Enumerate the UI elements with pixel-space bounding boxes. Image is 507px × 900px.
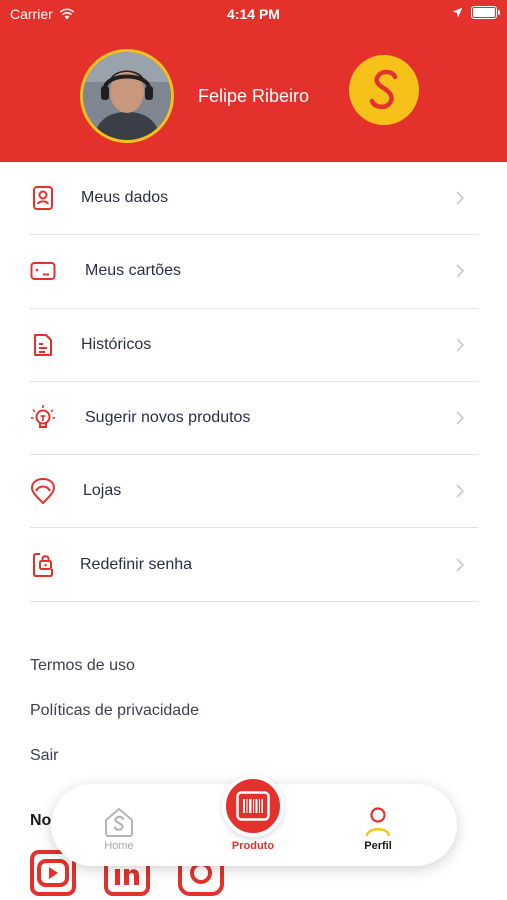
avatar-photo — [83, 52, 171, 140]
chevron-right-icon — [456, 411, 464, 425]
scan-button[interactable] — [222, 775, 284, 837]
menu-item-label: Lojas — [83, 482, 122, 500]
logout-link[interactable]: Sair — [30, 747, 58, 765]
menu-item-label: Meus cartões — [85, 262, 182, 280]
tab-bar: Home Produto Perfil — [51, 775, 457, 866]
menu-item-meus-dados[interactable]: Meus dados — [30, 162, 478, 236]
home-icon — [105, 808, 133, 837]
menu-item-meus-cartoes[interactable]: Meus cartões — [30, 235, 478, 309]
menu-item-redefinir-senha[interactable]: Redefinir senha — [30, 528, 478, 602]
lightbulb-icon — [30, 405, 56, 431]
location-icon — [30, 478, 56, 505]
terms-link[interactable]: Termos de uso — [30, 657, 135, 675]
status-bar: Carrier 4:14 PM — [0, 0, 507, 30]
clock: 4:14 PM — [227, 6, 280, 22]
menu-item-label: Históricos — [81, 335, 152, 353]
user-name: Felipe Ribeiro — [198, 86, 310, 106]
tab-home[interactable]: Home — [103, 806, 135, 852]
battery-icon — [471, 6, 500, 19]
document-icon — [30, 332, 56, 358]
chevron-right-icon — [456, 558, 464, 572]
phone-lock-icon — [30, 552, 56, 578]
menu-item-label: Meus dados — [81, 189, 169, 207]
menu-item-lojas[interactable]: Lojas — [30, 455, 478, 529]
avatar[interactable] — [80, 49, 174, 143]
card-icon — [30, 258, 56, 284]
tab-perfil[interactable]: Perfil — [364, 806, 392, 852]
brand-s-icon — [369, 69, 398, 110]
privacy-link[interactable]: Políticas de privacidade — [30, 702, 199, 720]
chevron-right-icon — [456, 338, 464, 352]
menu-item-label: Sugerir novos produtos — [85, 409, 251, 427]
menu-item-sugerir-produtos[interactable]: Sugerir novos produtos — [30, 382, 478, 456]
barcode-icon — [236, 791, 270, 821]
user-icon — [365, 807, 391, 837]
id-badge-icon — [30, 185, 56, 211]
tab-home-label: Home — [104, 840, 134, 852]
menu-item-historicos[interactable]: Históricos — [30, 309, 478, 382]
profile-header: Carrier 4:14 PM Felipe Ribeiro — [0, 0, 507, 162]
tab-perfil-label: Perfil — [364, 840, 392, 852]
location-arrow-icon — [452, 7, 463, 18]
chevron-right-icon — [456, 191, 464, 205]
profile-menu: Meus dados Meus cartões Históricos Suger… — [30, 162, 478, 602]
tab-produto[interactable]: Produto — [222, 775, 284, 852]
brand-logo — [349, 55, 419, 125]
social-section-title: No — [30, 812, 52, 829]
menu-item-label: Redefinir senha — [80, 555, 193, 573]
tab-produto-label: Produto — [231, 840, 275, 852]
chevron-right-icon — [456, 264, 464, 278]
chevron-right-icon — [456, 484, 464, 498]
